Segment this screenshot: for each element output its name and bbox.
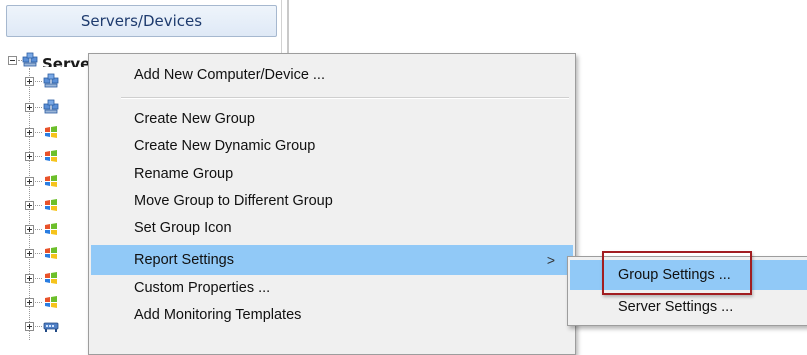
menu-item-create-new-group[interactable]: Create New Group [91,104,573,134]
expand-icon[interactable] [25,127,34,137]
tree-node[interactable] [25,124,59,140]
menu-item-label: Create New Dynamic Group [134,138,316,154]
tree-node[interactable] [25,173,59,189]
windows-icon [43,245,59,261]
tree-node[interactable] [25,148,59,164]
context-menu: Add New Computer/Device ... Create New G… [88,53,576,355]
windows-icon [43,173,59,189]
menu-item-label: Custom Properties ... [134,280,271,296]
windows-icon [43,270,59,286]
tree-node[interactable] [25,197,59,213]
menu-item-report-settings[interactable]: Report Settings > [91,245,573,275]
menu-item-rename-group[interactable]: Rename Group [91,159,573,189]
expand-icon[interactable] [25,273,34,283]
menu-item-create-dynamic-group[interactable]: Create New Dynamic Group [91,131,573,161]
windows-icon [43,124,59,140]
network-device-icon [43,318,59,334]
menu-item-label: Set Group Icon [134,220,232,236]
expand-icon[interactable] [25,321,34,331]
submenu-item-label: Server Settings ... [618,299,734,315]
panel-header[interactable]: Servers/Devices [6,5,277,37]
expand-icon[interactable] [25,76,34,86]
menu-item-label: Add New Computer/Device ... [134,67,325,83]
windows-icon [43,294,59,310]
menu-item-label: Report Settings [134,252,234,268]
menu-item-label: Rename Group [134,166,234,182]
tree-node[interactable] [25,270,59,286]
menu-item-add-new-computer[interactable]: Add New Computer/Device ... [91,60,573,90]
tree-node[interactable] [25,221,59,237]
expand-icon[interactable] [25,248,34,258]
server-group-icon [43,99,59,115]
menu-item-label: Move Group to Different Group [134,193,333,209]
tree-node[interactable] [25,294,59,310]
tree-node[interactable] [25,99,59,115]
windows-icon [43,221,59,237]
server-group-icon [22,52,38,68]
highlight-callout [602,251,752,295]
menu-item-label: Add Monitoring Templates [134,307,302,323]
submenu-arrow-icon: > [546,252,555,268]
menu-item-label: Create New Group [134,111,255,127]
menu-item-add-monitoring-templates[interactable]: Add Monitoring Templates [91,300,573,330]
windows-icon [43,148,59,164]
expand-icon[interactable] [25,200,34,210]
expand-icon[interactable] [25,297,34,307]
collapse-icon[interactable] [8,55,17,65]
tree-node[interactable] [25,318,59,334]
tree-node[interactable] [25,245,59,261]
menu-item-custom-properties[interactable]: Custom Properties ... [91,273,573,303]
expand-icon[interactable] [25,224,34,234]
tree-node[interactable] [25,73,59,89]
server-group-icon [43,73,59,89]
menu-item-set-group-icon[interactable]: Set Group Icon [91,213,573,243]
expand-icon[interactable] [25,176,34,186]
expand-icon[interactable] [25,102,34,112]
menu-separator [121,97,569,99]
windows-icon [43,197,59,213]
menu-item-move-group[interactable]: Move Group to Different Group [91,186,573,216]
expand-icon[interactable] [25,151,34,161]
submenu-item-server-settings[interactable]: Server Settings ... [570,292,807,322]
